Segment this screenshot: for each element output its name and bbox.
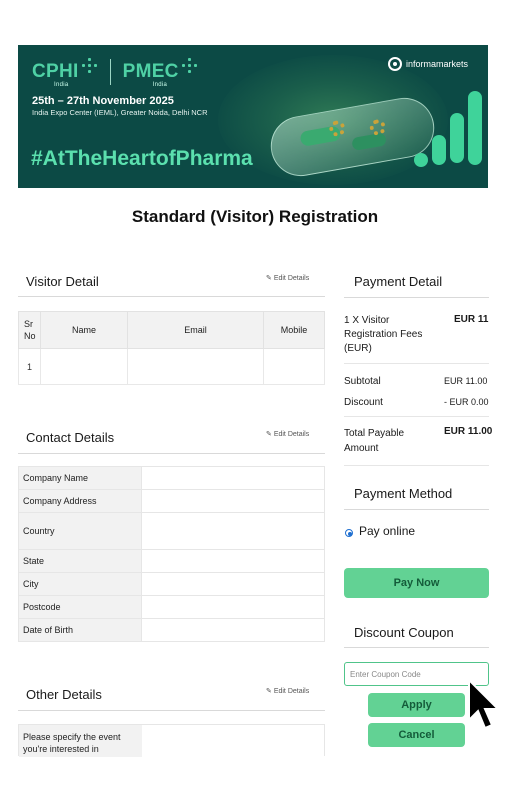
informa-logo: informamarkets: [387, 57, 468, 71]
col-header: Mobile: [263, 311, 325, 349]
field-value: [141, 549, 325, 573]
table-cell: 1: [18, 348, 41, 385]
edit-label: Edit Details: [273, 688, 310, 695]
col-header: Sr No: [18, 311, 41, 349]
divider: [344, 465, 489, 466]
other-edit-link[interactable]: ✎ Edit Details: [266, 687, 309, 695]
table-row: Date of Birth: [18, 618, 325, 642]
payment-method-title: Payment Method: [354, 486, 453, 501]
divider: [18, 453, 325, 454]
other-details-title: Other Details: [26, 687, 102, 702]
field-label: Company Address: [18, 489, 142, 513]
field-value: [141, 572, 325, 596]
pay-online-radio[interactable]: [345, 529, 353, 537]
field-label: Country: [18, 512, 142, 550]
event-date: 25th – 27th November 2025: [32, 95, 174, 107]
table-row: Company Address: [18, 489, 325, 513]
informa-ring-icon: [387, 57, 402, 71]
field-label: Please specify the event you're interest…: [19, 725, 142, 757]
pmec-logo: PMEC India: [122, 61, 179, 88]
table-row: State: [18, 549, 325, 573]
table-row: Company Name: [18, 466, 325, 490]
table-row: Postcode: [18, 595, 325, 619]
pay-now-button[interactable]: Pay Now: [344, 568, 489, 598]
subtotal-value: EUR 11.00: [444, 376, 488, 386]
event-logos: CPHI India PMEC India: [32, 58, 198, 88]
col-header: Name: [40, 311, 128, 349]
pay-online-label[interactable]: Pay online: [359, 524, 415, 538]
table-cell: [40, 348, 128, 385]
event-hashtag: #AtTheHeartofPharma: [31, 147, 253, 170]
contact-table: Company Name Company Address Country Sta…: [18, 466, 325, 642]
field-value: [141, 512, 325, 550]
field-value: [141, 595, 325, 619]
field-value: [141, 618, 325, 642]
table-row: 1: [18, 348, 325, 385]
logo-dots-icon: [181, 58, 198, 74]
event-banner: CPHI India PMEC India 25th – 27th November…: [18, 45, 488, 188]
event-venue: India Expo Center (IEML), Greater Noida,…: [32, 108, 208, 117]
visitor-detail-title: Visitor Detail: [26, 274, 99, 289]
discount-coupon-title: Discount Coupon: [354, 625, 454, 640]
divider: [344, 647, 489, 648]
col-header: Email: [127, 311, 264, 349]
other-details-table: Please specify the event you're interest…: [18, 724, 325, 757]
discount-value: - EUR 0.00: [444, 397, 489, 407]
edit-label: Edit Details: [273, 431, 310, 438]
divider: [344, 363, 489, 364]
divider: [344, 416, 489, 417]
table-row: City: [18, 572, 325, 596]
cancel-button[interactable]: Cancel: [368, 723, 465, 747]
visitor-table: Sr No Name Email Mobile 1: [18, 311, 325, 385]
logo-separator: [109, 59, 111, 85]
field-label: Date of Birth: [18, 618, 142, 642]
divider: [344, 297, 489, 298]
table-header-row: Sr No Name Email Mobile: [18, 311, 325, 349]
subtotal-label: Subtotal: [344, 376, 381, 387]
logo-dots-icon: [81, 58, 98, 74]
edit-label: Edit Details: [273, 275, 310, 282]
contact-details-title: Contact Details: [26, 430, 115, 445]
field-label: Postcode: [18, 595, 142, 619]
contact-edit-link[interactable]: ✎ Edit Details: [266, 430, 309, 438]
field-value: [141, 489, 325, 513]
discount-label: Discount: [344, 397, 383, 408]
apply-button[interactable]: Apply: [368, 693, 465, 717]
divider: [18, 710, 325, 711]
total-value: EUR 11.00: [444, 426, 493, 437]
divider: [18, 296, 325, 297]
field-label: City: [18, 572, 142, 596]
cphi-logo: CPHI India: [32, 61, 79, 88]
pill-icon: [351, 132, 387, 152]
fee-item-label: 1 X Visitor Registration Fees (EUR): [344, 315, 423, 354]
table-row: Country: [18, 512, 325, 550]
field-label: Company Name: [18, 466, 142, 490]
informa-text: informamarkets: [405, 59, 468, 69]
table-cell: [263, 348, 325, 385]
page-title: Standard (Visitor) Registration: [131, 207, 379, 226]
visitor-edit-link[interactable]: ✎ Edit Details: [266, 274, 309, 282]
fee-item-amount: EUR 11: [454, 314, 489, 325]
divider: [344, 509, 489, 510]
total-label: Total Payable Amount: [344, 428, 405, 454]
field-value: [141, 466, 325, 490]
mouse-pointer-icon: [468, 678, 501, 730]
field-label: State: [18, 549, 142, 573]
payment-detail-title: Payment Detail: [354, 274, 443, 289]
table-cell: [127, 348, 264, 385]
